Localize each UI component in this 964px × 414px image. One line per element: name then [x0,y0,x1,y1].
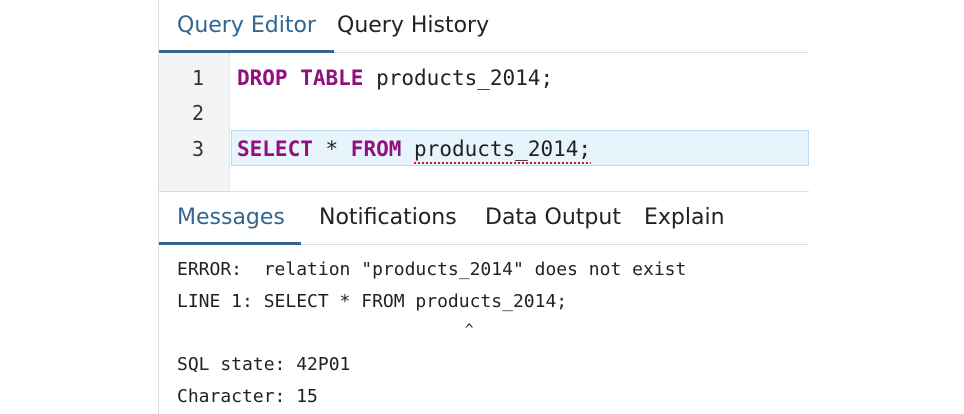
error-character-position: Character: 15 [177,386,318,407]
tab-query-history[interactable]: Query History [337,0,489,52]
line-number: 2 [191,101,204,125]
sql-keyword: FROM [350,137,402,161]
sql-keyword: DROP TABLE [237,66,364,90]
tab-data-output[interactable]: Data Output [485,192,621,244]
sql-editor[interactable]: 1 2 3 DROP TABLE products_2014; SELECT *… [159,53,809,192]
code-line-1[interactable]: DROP TABLE products_2014; [237,60,553,96]
tab-messages[interactable]: Messages [159,192,301,245]
error-underlined-identifier: products_2014; [414,137,592,161]
line-number: 1 [191,66,204,90]
sql-state: SQL state: 42P01 [177,354,351,375]
tab-explain[interactable]: Explain [644,192,725,244]
sql-identifier: products_2014; [363,66,554,90]
query-tool-panel: Query Editor Query History 1 2 3 DROP TA… [158,0,809,414]
sql-space [401,137,414,161]
error-caret: ^ [465,322,474,338]
editor-tab-bar: Query Editor Query History [159,0,809,53]
tab-query-editor[interactable]: Query Editor [159,0,334,53]
code-line-3[interactable]: SELECT * FROM products_2014; [237,131,591,167]
tab-notifications[interactable]: Notifications [319,192,457,244]
line-number-gutter: 1 2 3 [159,53,230,191]
error-message: ERROR: relation "products_2014" does not… [177,259,687,280]
output-tab-bar: Messages Notifications Data Output Expla… [159,192,809,245]
sql-operator: * [312,137,351,161]
error-line-detail: LINE 1: SELECT * FROM products_2014; [177,291,568,312]
line-number: 3 [191,137,204,161]
sql-keyword: SELECT [237,137,313,161]
